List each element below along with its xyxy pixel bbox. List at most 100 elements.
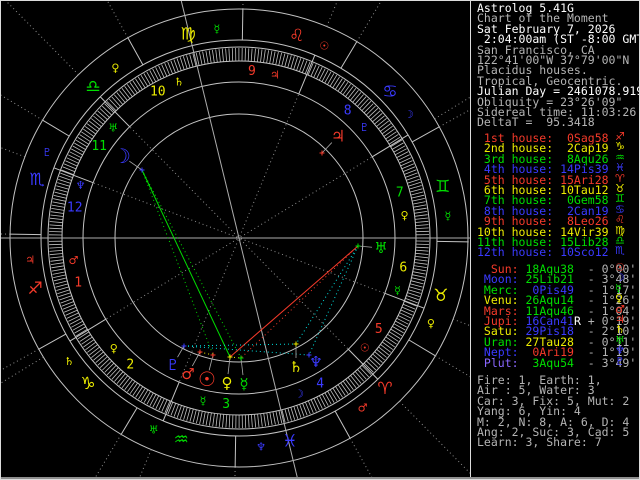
- sign-boundary-ext: [0, 233, 11, 235]
- planet-position-list: Sun: 18Aqu38 - 0°00' ☉ Moon: 25Lib21 - 3°…: [477, 262, 638, 370]
- house-cusp-ring-segment: [384, 292, 425, 309]
- virgo-sign-icon: ♍: [180, 24, 195, 44]
- house-cusp-ring-segment: [371, 134, 409, 158]
- aspect-line: [308, 245, 359, 356]
- house-cusp-ring-segment: [69, 318, 107, 342]
- house-ruler-icon: ♅: [108, 122, 118, 135]
- sign-boundary: [436, 240, 468, 243]
- house-cusp-line: [240, 239, 349, 350]
- house-cusp-ext: [434, 96, 470, 120]
- sign-boundary: [42, 119, 70, 137]
- sign-icon: ♏: [615, 244, 625, 258]
- mercury-pointer-line: [240, 357, 244, 376]
- sign-boundary: [234, 435, 237, 467]
- aries-sign-icon: ♈: [377, 379, 392, 399]
- sign-boundary: [10, 233, 42, 236]
- house-ruler-icon: ♄: [174, 76, 184, 89]
- tally-line: Learn: 3, Share: 7: [477, 435, 602, 450]
- leo-sign-icon: ♌: [289, 26, 304, 46]
- capricorn-ruler-icon: ♄: [64, 355, 74, 368]
- sun-icon: ☉: [198, 367, 216, 391]
- house-number: 10: [150, 85, 166, 100]
- house-cusp-line: [240, 156, 373, 238]
- house-row: 12th house: 10Sco12 ♏: [477, 244, 625, 260]
- venus-icon: ♀: [222, 374, 233, 392]
- chart-info-header: Astrolog 5.41G Chart of the Moment Sat Feb…: [477, 2, 640, 130]
- leo-ruler-icon: ☉: [319, 40, 329, 53]
- house-cusp-ext: [0, 146, 26, 158]
- house-cusp-ext: [0, 356, 44, 385]
- element-tally-list: Fire: 1, Earth: 1, Air : 5, Water: 3 Car: …: [477, 374, 638, 450]
- sign-boundary-ext: [349, 437, 373, 478]
- house-ruler-icon: ☉: [360, 341, 370, 354]
- sign-boundary: [340, 41, 358, 69]
- mars-icon: ♂: [181, 365, 194, 383]
- house-ruler-icon: ♇: [359, 121, 369, 134]
- gemini-ruler-icon: ☿: [444, 209, 451, 222]
- aspect-line: [229, 245, 359, 358]
- house-cusp-ext: [452, 318, 470, 327]
- house-number: 12: [67, 200, 83, 215]
- house-number: 4: [316, 376, 324, 391]
- venus-pointer-line: [227, 356, 231, 375]
- sign-boundary-ext: [94, 434, 122, 478]
- bottom-edge-bar: [1, 477, 639, 479]
- sign-boundary-ext: [435, 355, 470, 378]
- sign-boundary: [408, 339, 436, 357]
- moon-icon: ☽: [113, 144, 131, 168]
- house-cusp-list: 1st house: 0Sag58 ♐ 2nd house: 2Cap19 ♑ 3r…: [477, 131, 638, 260]
- house-cusp-ring-segment: [53, 167, 94, 184]
- virgo-ruler-icon: ☿: [214, 23, 221, 36]
- house-number: 11: [91, 139, 107, 154]
- sign-boundary: [127, 37, 144, 66]
- sign-boundary-ext: [0, 348, 40, 372]
- sign-boundary: [241, 9, 244, 41]
- planet-row: Plut: 3Aqu54 - 3°49' ♇: [477, 354, 637, 370]
- taurus-ruler-icon: ♀: [427, 317, 435, 330]
- aquarius-sign-icon: ♒: [174, 430, 189, 450]
- house-ruler-icon: ♀: [400, 209, 408, 222]
- house-ruler-icon: ♆: [76, 179, 86, 192]
- house-number: 7: [396, 185, 404, 200]
- gemini-sign-icon: ♊: [435, 177, 450, 197]
- sagittarius-sign-icon: ♐: [28, 279, 43, 299]
- house-cusp-ext: [4, 0, 79, 76]
- sign-boundary: [120, 407, 138, 435]
- house-cusp-ext: [138, 449, 152, 478]
- sign-boundary-ext: [438, 109, 470, 128]
- pisces-sign-icon: ♓: [282, 432, 297, 452]
- plut-icon: ♇: [615, 354, 625, 368]
- sign-boundary-ext: [356, 0, 383, 42]
- house-number: 5: [375, 322, 383, 337]
- house-ruler-icon: ♃: [270, 68, 280, 81]
- pisces-ruler-icon: ♆: [256, 440, 266, 453]
- house-ruler-icon: ☽: [294, 387, 304, 400]
- house-ruler-icon: ☿: [394, 284, 401, 297]
- house-ruler-icon: ♂: [69, 254, 79, 267]
- house-cusp-ext: [326, 0, 339, 27]
- header-line: DeltaT = 95.3418: [477, 115, 595, 130]
- house-number: 6: [399, 261, 407, 276]
- house-number: 2: [126, 357, 134, 372]
- sign-boundary-ext: [242, 0, 244, 10]
- panel-divider: [470, 0, 471, 480]
- libra-ruler-icon: ♀: [111, 62, 119, 75]
- uranus-icon: ♅: [374, 239, 387, 257]
- sagittarius-ruler-icon: ♃: [25, 254, 35, 267]
- libra-sign-icon: ♎: [85, 77, 100, 97]
- chart-wheel: ♈ ♂ ♉ ♀ ♊ ☿ ♋ ☽ ♌ ☉ ♍ ☿ ♎ ♀ ♏ ♇ ♐ ♃ ♑ ♄ ♒ ♅ ♓ ♆ 1 ♂ 2 ♀ 3 ☿ 4 ☽ 5 ☉ 6 ☿ 7 ♀ 8 ♇…: [0, 0, 470, 478]
- capricorn-sign-icon: ♑: [80, 374, 95, 394]
- mercury-icon: ☿: [239, 375, 248, 393]
- house-cusp-ext: [399, 400, 470, 474]
- aspect-line: [183, 343, 297, 347]
- house-cusp-line: [105, 238, 238, 320]
- house-ruler-icon: ♀: [110, 342, 118, 355]
- house-cusp-line: [92, 182, 238, 238]
- sign-boundary-ext: [0, 93, 43, 121]
- aquarius-ruler-icon: ♅: [149, 423, 159, 436]
- house-number: 1: [74, 276, 82, 291]
- house-number: 8: [344, 104, 352, 119]
- sign-boundary-ext: [106, 0, 129, 39]
- astrolog-window: ♈ ♂ ♉ ♀ ♊ ☿ ♋ ☽ ♌ ☉ ♍ ☿ ♎ ♀ ♏ ♇ ♐ ♃ ♑ ♄ ♒ ♅ ♓ ♆ 1 ♂ 2 ♀ 3 ☿ 4 ☽ 5 ☉ 6 ☿ 7 ♀ 8 ♇…: [0, 0, 640, 480]
- saturn-icon: ♄: [289, 358, 302, 376]
